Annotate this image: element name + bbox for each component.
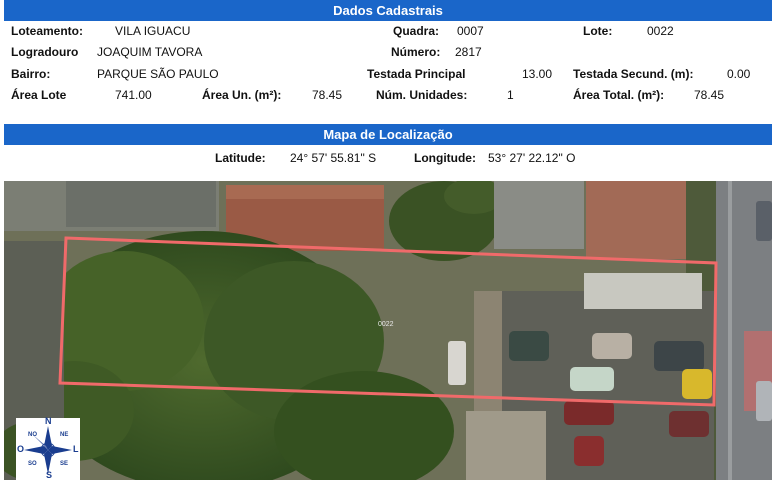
num-unidades-label: Núm. Unidades:	[376, 88, 468, 102]
latitude-value: 24° 57' 55.81" S	[290, 151, 377, 165]
area-lote-label: Área Lote	[11, 88, 67, 102]
area-lote-value: 741.00	[115, 88, 152, 102]
testada-principal-value: 13.00	[522, 67, 553, 81]
compass-w: O	[17, 444, 25, 454]
logradouro-value: JOAQUIM TAVORA	[97, 45, 203, 59]
loteamento-value: VILA IGUACU	[115, 24, 191, 38]
aerial-map-image: 0022	[4, 181, 772, 480]
compass-s: S	[46, 470, 53, 480]
compass-no: NO	[28, 432, 37, 438]
mapa-localizacao-header: Mapa de Localização	[4, 124, 772, 145]
latitude-label: Latitude:	[215, 151, 266, 165]
testada-secund-label: Testada Secund. (m):	[573, 67, 694, 81]
compass-se: SE	[60, 461, 69, 467]
lote-label: Lote:	[583, 24, 613, 38]
area-total-label: Área Total. (m²):	[573, 88, 665, 102]
quadra-value: 0007	[457, 24, 484, 38]
parcel-label: 0022	[378, 321, 394, 328]
area-un-label: Área Un. (m²):	[202, 88, 282, 102]
testada-principal-label: Testada Principal	[367, 67, 466, 81]
compass-n: N	[45, 416, 52, 426]
lote-value: 0022	[647, 24, 674, 38]
area-un-value: 78.45	[312, 88, 343, 102]
logradouro-label: Logradouro	[11, 45, 79, 59]
bairro-label: Bairro:	[11, 67, 51, 81]
compass-rose: N S O L NO NE SO SE	[16, 416, 80, 480]
compass-so: SO	[28, 461, 37, 467]
dados-cadastrais-header: Dados Cadastrais	[4, 0, 772, 21]
numero-label: Número:	[391, 45, 441, 59]
quadra-label: Quadra:	[393, 24, 440, 38]
longitude-label: Longitude:	[414, 151, 476, 165]
num-unidades-value: 1	[507, 88, 514, 102]
numero-value: 2817	[455, 45, 482, 59]
aerial-map[interactable]: 0022	[4, 181, 772, 480]
longitude-value: 53° 27' 22.12" O	[488, 151, 576, 165]
compass-e: L	[73, 444, 79, 454]
compass-ne: NE	[60, 432, 69, 438]
area-total-value: 78.45	[694, 88, 725, 102]
loteamento-label: Loteamento:	[11, 24, 83, 38]
testada-secund-value: 0.00	[727, 67, 751, 81]
bairro-value: PARQUE SÃO PAULO	[97, 67, 219, 81]
